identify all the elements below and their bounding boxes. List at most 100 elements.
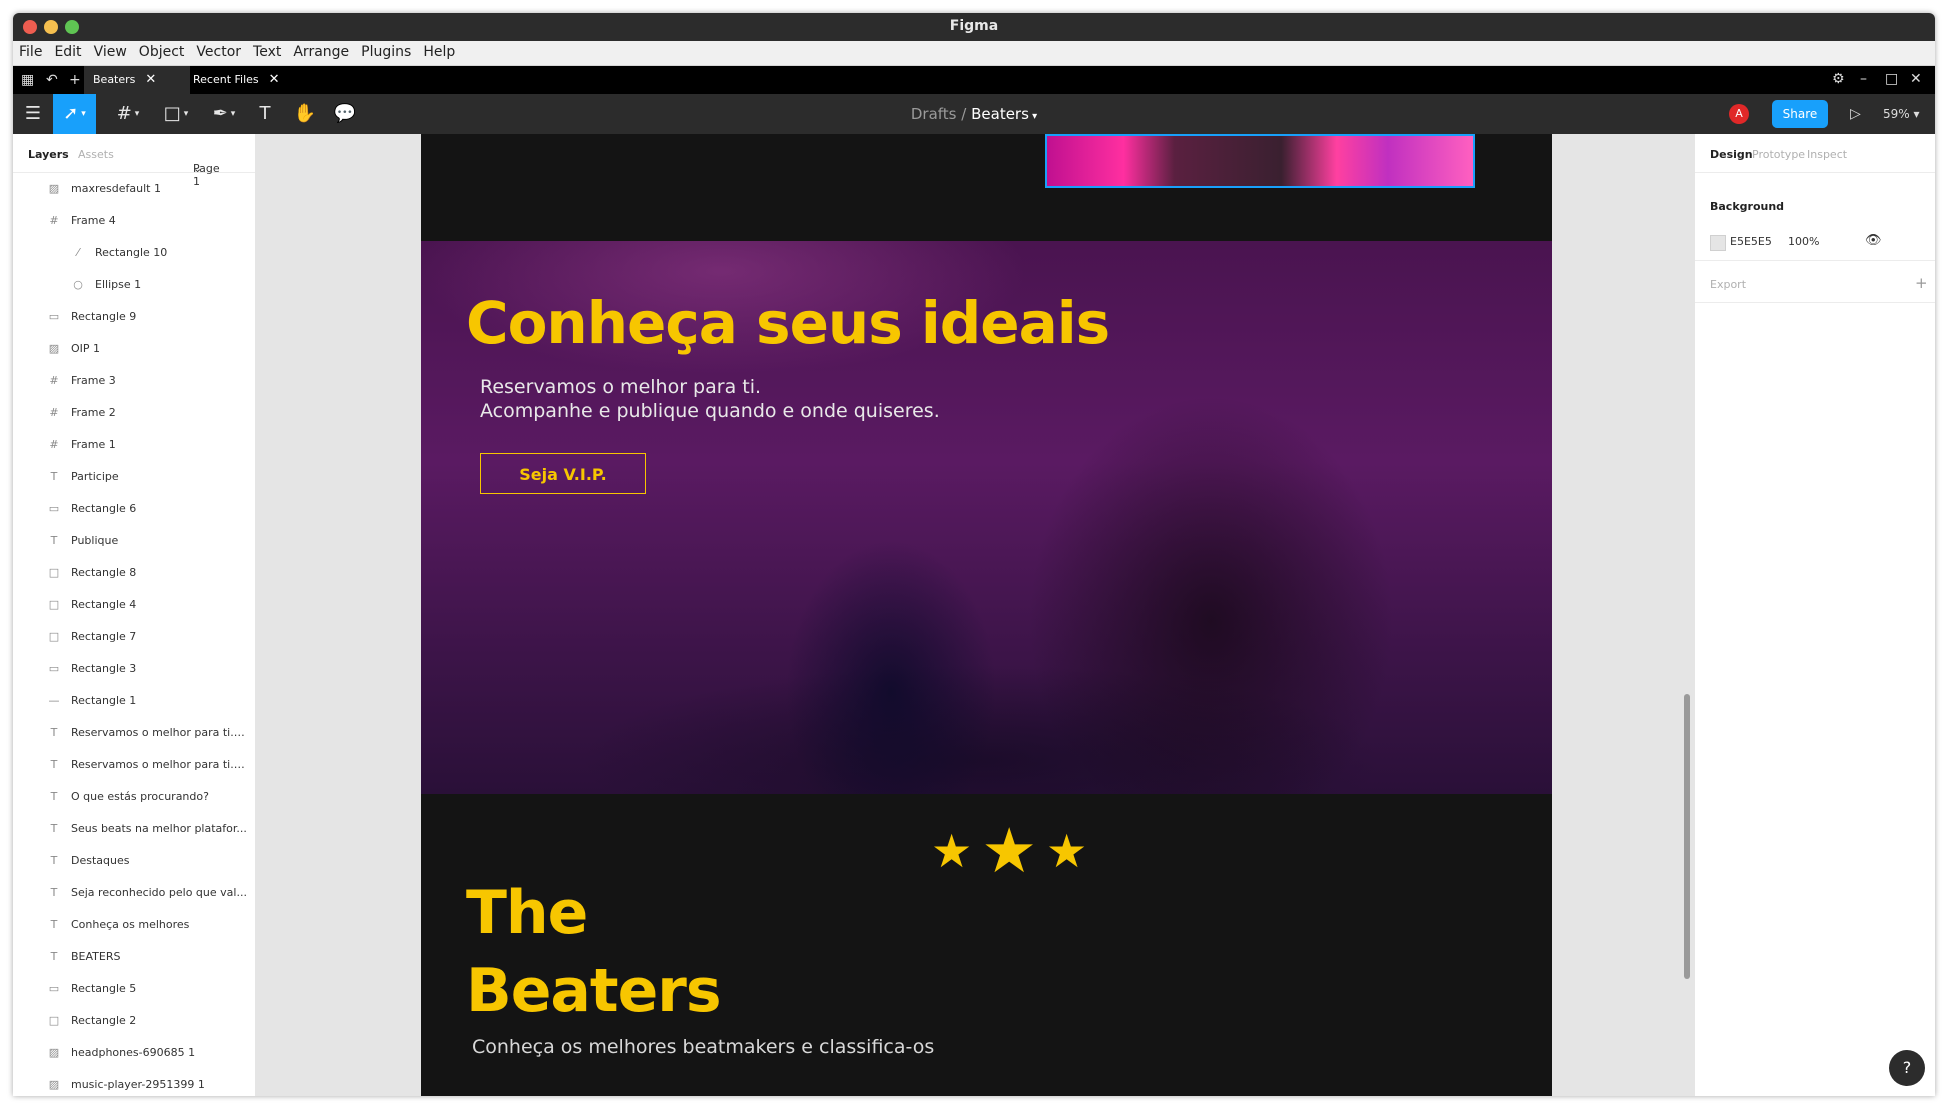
breadcrumb-drafts[interactable]: Drafts bbox=[911, 105, 957, 123]
beaters-subtitle[interactable]: Conheça os melhores beatmakers e classif… bbox=[472, 1036, 934, 1058]
layer-row[interactable]: ▭ Rectangle 3 bbox=[13, 653, 255, 685]
line-icon: — bbox=[48, 694, 60, 707]
share-button[interactable]: Share bbox=[1772, 100, 1828, 128]
title-bar: Figma bbox=[13, 13, 1935, 41]
layers-panel-header: Layers Assets Page 1 ⌄ bbox=[13, 134, 255, 188]
divider bbox=[1695, 260, 1935, 261]
vip-button[interactable]: Seja V.I.P. bbox=[480, 453, 646, 494]
menu-arrange[interactable]: Arrange bbox=[287, 41, 355, 60]
layer-name: headphones-690685 1 bbox=[71, 1046, 196, 1059]
tab-prototype[interactable]: Prototype bbox=[1752, 148, 1805, 161]
tab-assets[interactable]: Assets bbox=[78, 148, 114, 161]
layer-row[interactable]: □ Rectangle 4 bbox=[13, 589, 255, 621]
layer-row[interactable]: # Frame 4 bbox=[13, 205, 255, 237]
layer-row[interactable]: T Reservamos o melhor para ti. ... bbox=[13, 717, 255, 749]
menu-plugins[interactable]: Plugins bbox=[355, 41, 417, 60]
layer-row[interactable]: ▭ Rectangle 6 bbox=[13, 493, 255, 525]
layer-row[interactable]: ▨ headphones-690685 1 bbox=[13, 1037, 255, 1069]
layer-row[interactable]: T Destaques bbox=[13, 845, 255, 877]
layer-row[interactable]: ▨ maxresdefault 1 bbox=[13, 173, 255, 205]
grid-menu-icon[interactable]: ▦ bbox=[21, 72, 34, 88]
tab-layers[interactable]: Layers bbox=[28, 148, 69, 161]
rating-stars[interactable]: ★ ★ ★ bbox=[931, 814, 1087, 887]
hero-section[interactable]: Conheça seus ideais Reservamos o melhor … bbox=[421, 241, 1552, 794]
layer-row[interactable]: # Frame 1 bbox=[13, 429, 255, 461]
layer-row[interactable]: T Seus beats na melhor platafor... bbox=[13, 813, 255, 845]
tab-beaters-label: Beaters bbox=[93, 73, 136, 86]
tab-design[interactable]: Design bbox=[1710, 148, 1753, 161]
layer-row[interactable]: # Frame 3 bbox=[13, 365, 255, 397]
layer-row[interactable]: # Frame 2 bbox=[13, 397, 255, 429]
layer-name: Destaques bbox=[71, 854, 130, 867]
layer-name: O que estás procurando? bbox=[71, 790, 209, 803]
menu-object[interactable]: Object bbox=[133, 41, 191, 60]
layer-row[interactable]: T BEATERS bbox=[13, 941, 255, 973]
hero-title[interactable]: Conheça seus ideais bbox=[466, 289, 1110, 357]
vertical-scrollbar[interactable] bbox=[1684, 694, 1690, 979]
layer-row[interactable]: □ Rectangle 8 bbox=[13, 557, 255, 589]
menu-view[interactable]: View bbox=[88, 41, 133, 60]
layer-name: Seja reconhecido pelo que val... bbox=[71, 886, 247, 899]
settings-gear-icon[interactable]: ⚙ bbox=[1832, 71, 1845, 87]
layer-row[interactable]: T Reservamos o melhor para ti. ... bbox=[13, 749, 255, 781]
layer-row[interactable]: T Publique bbox=[13, 525, 255, 557]
layer-row[interactable]: T Participe bbox=[13, 461, 255, 493]
menu-bar: File Edit View Object Vector Text Arrange Plugi… bbox=[13, 41, 1935, 66]
layer-row[interactable]: ▨ music-player-2951399 1 bbox=[13, 1069, 255, 1096]
layer-row[interactable]: T Seja reconhecido pelo que val... bbox=[13, 877, 255, 909]
design-frame[interactable]: Conheça seus ideais Reservamos o melhor … bbox=[421, 134, 1552, 1096]
layer-name: Rectangle 7 bbox=[71, 630, 137, 643]
present-play-icon[interactable]: ▷ bbox=[1850, 94, 1861, 134]
layer-row[interactable]: ⁄ Rectangle 10 bbox=[13, 237, 255, 269]
tab-beaters[interactable]: Beaters ✕ bbox=[84, 66, 190, 94]
menu-text[interactable]: Text bbox=[247, 41, 287, 60]
menu-help[interactable]: Help bbox=[417, 41, 461, 60]
layer-row[interactable]: ▨ OIP 1 bbox=[13, 333, 255, 365]
minimize-icon[interactable]: – bbox=[1860, 71, 1867, 87]
chevron-down-icon[interactable]: ▾ bbox=[1029, 111, 1037, 122]
menu-file[interactable]: File bbox=[13, 41, 48, 60]
layer-row[interactable]: □ Rectangle 2 bbox=[13, 1005, 255, 1037]
layer-row[interactable]: ▭ Rectangle 9 bbox=[13, 301, 255, 333]
canvas[interactable]: Conheça seus ideais Reservamos o melhor … bbox=[256, 134, 1693, 1096]
restore-icon[interactable]: □ bbox=[1885, 71, 1898, 87]
rectangle-icon: ▭ bbox=[48, 662, 60, 675]
background-color-swatch[interactable] bbox=[1710, 235, 1726, 251]
toolbar: ☰ ➚ ▾ # ▾ □ ▾ ✒ ▾ T ✋ 💬 Drafts / Beaters ▾ A… bbox=[13, 94, 1935, 134]
menu-edit[interactable]: Edit bbox=[48, 41, 87, 60]
menu-vector[interactable]: Vector bbox=[190, 41, 247, 60]
visibility-eye-icon[interactable]: 👁 bbox=[1865, 233, 1882, 248]
text-icon: T bbox=[50, 470, 58, 483]
close-icon[interactable]: ✕ bbox=[1910, 71, 1922, 87]
layer-row[interactable]: ○ Ellipse 1 bbox=[13, 269, 255, 301]
back-icon[interactable]: ↶ bbox=[46, 72, 58, 88]
beaters-title[interactable]: The Beaters bbox=[466, 874, 722, 1030]
add-export-icon[interactable]: + bbox=[1915, 274, 1928, 292]
selected-image-layer[interactable] bbox=[1045, 134, 1475, 188]
new-tab-icon[interactable]: + bbox=[69, 72, 81, 88]
close-tab-icon[interactable]: ✕ bbox=[269, 72, 280, 87]
close-tab-icon[interactable]: ✕ bbox=[145, 72, 156, 87]
avatar[interactable]: A bbox=[1729, 104, 1749, 124]
layer-name: Rectangle 8 bbox=[71, 566, 137, 579]
star-icon: ★ bbox=[931, 823, 973, 878]
breadcrumb-separator: / bbox=[961, 105, 967, 123]
layer-row[interactable]: T Conheça os melhores bbox=[13, 909, 255, 941]
background-hex-input[interactable]: E5E5E5 bbox=[1730, 235, 1772, 248]
layer-row[interactable]: — Rectangle 1 bbox=[13, 685, 255, 717]
rectangle-icon: ▭ bbox=[48, 982, 60, 995]
tab-inspect[interactable]: Inspect bbox=[1807, 148, 1847, 161]
tab-recent-files[interactable]: Recent Files ✕ bbox=[184, 66, 288, 94]
background-opacity-input[interactable]: 100% bbox=[1788, 235, 1819, 248]
hero-subtitle[interactable]: Reservamos o melhor para ti. Acompanhe e… bbox=[480, 375, 940, 423]
breadcrumb-file[interactable]: Beaters bbox=[971, 105, 1029, 123]
layer-name: Frame 2 bbox=[71, 406, 116, 419]
layer-row[interactable]: T O que estás procurando? bbox=[13, 781, 255, 813]
layer-name: Rectangle 6 bbox=[71, 502, 137, 515]
zoom-dropdown[interactable]: 59% ▾ bbox=[1883, 94, 1920, 134]
layer-row[interactable]: □ Rectangle 7 bbox=[13, 621, 255, 653]
layer-row[interactable]: ▭ Rectangle 5 bbox=[13, 973, 255, 1005]
text-icon: T bbox=[50, 918, 58, 931]
layer-name: Rectangle 4 bbox=[71, 598, 137, 611]
help-button[interactable]: ? bbox=[1889, 1050, 1925, 1086]
